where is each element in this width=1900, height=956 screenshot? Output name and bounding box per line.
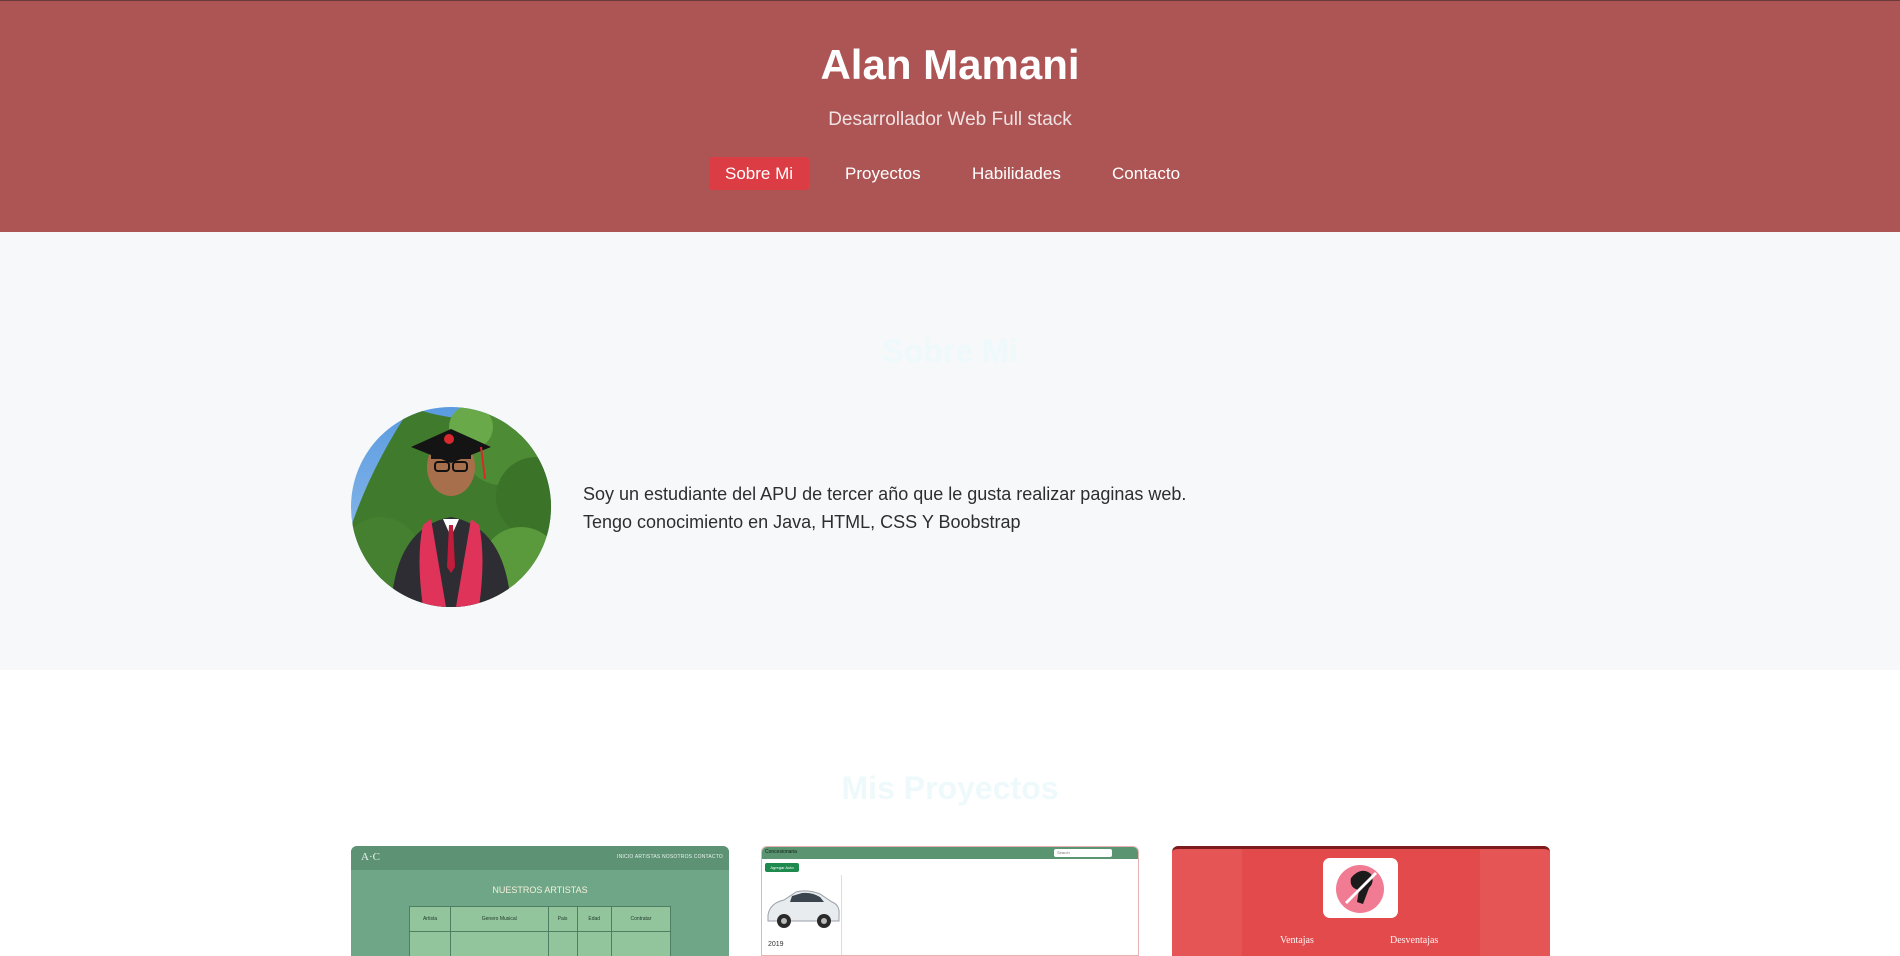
nav-link-proyectos[interactable]: Proyectos [829,157,937,190]
table-header-cell: Genero Musical [451,907,548,932]
card-nav-links: INICIO ARTISTAS NOSOTROS CONTACTO [617,854,723,860]
card-nav: A·C INICIO ARTISTAS NOSOTROS CONTACTO [351,846,729,870]
project-card-dealership[interactable]: Concesionaria Search Agregar Auto 2019 [761,846,1139,956]
projects-section: Mis Proyectos A·C INICIO ARTISTAS NOSOTR… [0,670,1900,945]
site-header: Alan Mamani Desarrollador Web Full stack… [0,0,1900,232]
profile-photo-icon [351,407,551,607]
card-brand: Concesionaria [765,849,797,855]
table-row [410,932,671,956]
car-icon [762,875,842,937]
project-card-comparison[interactable]: Ventajas Desventajas [1172,846,1550,956]
projects-heading: Mis Proyectos [0,770,1900,807]
avatar [351,407,551,607]
main-nav: Sobre Mi Proyectos Habilidades Contacto [0,157,1900,190]
card-logo: A·C [361,851,380,863]
about-text: Soy un estudiante del APU de tercer año … [583,480,1283,536]
table-header-cell: Edad [577,907,611,932]
nav-link-sobre-mi[interactable]: Sobre Mi [709,157,809,190]
artists-table: Artista Genero Musical Pais Edad Contrat… [409,906,671,956]
card-search-input: Search [1054,849,1112,857]
table-header-cell: Pais [548,907,577,932]
site-title: Alan Mamani [0,41,1900,89]
card-left-label: Ventajas [1280,935,1314,946]
card-right-label: Desventajas [1390,935,1438,946]
card-logo [1323,858,1398,918]
table-row: Artista Genero Musical Pais Edad Contrat… [410,907,671,932]
about-heading: Sobre Mi [0,333,1900,370]
nav-link-habilidades[interactable]: Habilidades [956,157,1077,190]
site-subtitle: Desarrollador Web Full stack [0,109,1900,131]
ninja-logo-icon [1323,858,1398,918]
about-text-line-1: Soy un estudiante del APU de tercer año … [583,480,1283,508]
table-header-cell: Contratar [611,907,670,932]
card-nav: Concesionaria Search [762,847,1138,859]
card-title: NUESTROS ARTISTAS [351,885,729,895]
about-section: Sobre Mi [0,232,1900,670]
project-card-artists[interactable]: A·C INICIO ARTISTAS NOSOTROS CONTACTO NU… [351,846,729,956]
nav-link-contacto[interactable]: Contacto [1096,157,1196,190]
table-header-cell: Artista [410,907,451,932]
card-add-button: Agregar Auto [765,863,799,872]
about-text-line-2: Tengo conocimiento en Java, HTML, CSS Y … [583,508,1283,536]
